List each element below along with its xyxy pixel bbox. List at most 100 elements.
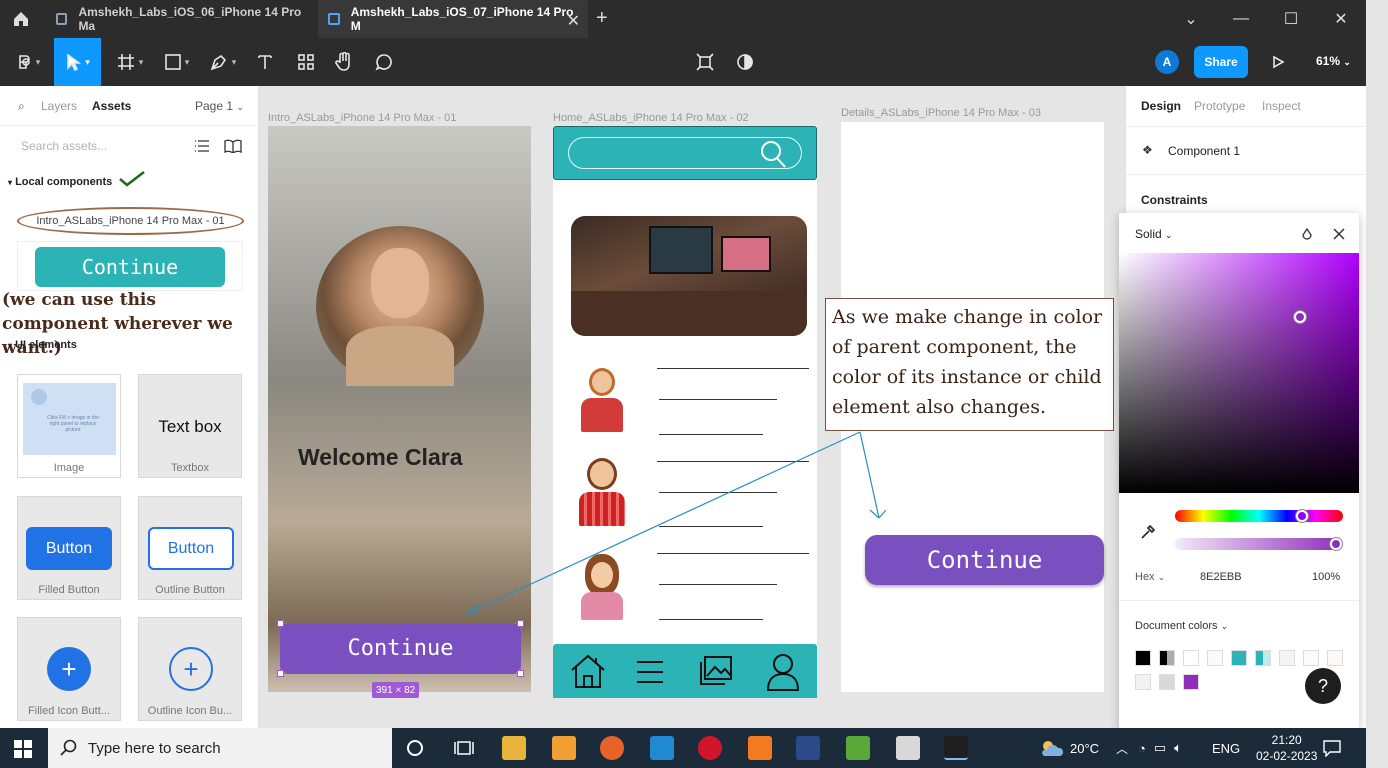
taskbar-search[interactable]: Type here to search: [48, 728, 392, 768]
chevron-down-icon[interactable]: ⌄: [1166, 0, 1216, 38]
search-icon[interactable]: ⌕: [18, 99, 25, 114]
language-indicator[interactable]: ENG: [1212, 728, 1240, 768]
tab-assets[interactable]: Assets: [92, 99, 131, 113]
color-swatch[interactable]: [1159, 650, 1175, 666]
opacity-slider-handle[interactable]: [1330, 538, 1342, 550]
tab-inspect[interactable]: Inspect: [1262, 99, 1301, 113]
calendar-app-icon[interactable]: [896, 736, 920, 760]
color-swatch[interactable]: [1159, 674, 1175, 690]
hue-slider-handle[interactable]: [1296, 510, 1308, 522]
maximize-icon[interactable]: ☐: [1266, 0, 1316, 38]
divider: [1126, 174, 1366, 175]
home-icon[interactable]: [8, 7, 34, 31]
color-swatch[interactable]: [1231, 650, 1247, 666]
page-select[interactable]: Page 1 ⌄: [195, 99, 244, 113]
blend-mode-icon[interactable]: [1301, 228, 1313, 242]
windows-start-icon[interactable]: [14, 740, 32, 758]
tab-prototype[interactable]: Prototype: [1194, 99, 1245, 113]
asset-outline-icon-button[interactable]: + Outline Icon Bu...: [138, 617, 242, 721]
hue-slider[interactable]: [1175, 510, 1343, 522]
list-view-icon[interactable]: [194, 139, 210, 153]
asset-textbox[interactable]: Text box Textbox: [138, 374, 242, 478]
network-tool-icon[interactable]: [796, 736, 820, 760]
pen-tool-button[interactable]: ▾: [203, 38, 243, 86]
new-tab-icon[interactable]: +: [596, 7, 608, 30]
asset-filled-icon-button[interactable]: + Filled Icon Butt...: [17, 617, 121, 721]
zoom-select[interactable]: 61% ⌄: [1316, 54, 1351, 68]
clock[interactable]: 21:20 02-02-2023: [1256, 732, 1317, 764]
weather-widget[interactable]: 20°C: [1038, 728, 1099, 768]
task-view-icon[interactable]: [454, 739, 474, 757]
tray-icons[interactable]: ︿ ◔ ▭ 🔈︎: [1116, 728, 1182, 768]
color-swatch[interactable]: [1303, 650, 1319, 666]
text-tool-button[interactable]: [252, 38, 278, 86]
contrast-toggle-button[interactable]: [730, 38, 760, 86]
color-swatch[interactable]: [1279, 650, 1295, 666]
document-colors-select[interactable]: Document colors ⌄: [1135, 620, 1228, 632]
local-components-heading[interactable]: ▾ Local components: [8, 171, 145, 188]
asset-outline-button[interactable]: Button Outline Button: [138, 496, 242, 600]
avatar[interactable]: A: [1155, 50, 1179, 74]
opera-icon[interactable]: [698, 736, 722, 760]
volume-icon[interactable]: 🔈︎: [1174, 740, 1182, 756]
vscode-icon[interactable]: [650, 736, 674, 760]
hex-input[interactable]: 8E2EBB: [1200, 571, 1242, 583]
cortana-icon[interactable]: [406, 739, 424, 757]
battery-icon[interactable]: ▭: [1154, 740, 1166, 756]
zoom-value: 61%: [1316, 54, 1341, 68]
frame-selection-button[interactable]: [690, 38, 720, 86]
hand-tool-button[interactable]: [330, 38, 358, 86]
color-swatch[interactable]: [1183, 674, 1199, 690]
frame-tool-button[interactable]: ▾: [110, 38, 150, 86]
help-button[interactable]: ?: [1305, 668, 1341, 704]
tab-file-07[interactable]: Amshekh_Labs_iOS_07_iPhone 14 Pro M ✕: [318, 0, 588, 38]
color-swatch[interactable]: [1255, 650, 1271, 666]
color-picker-handle[interactable]: [1294, 311, 1306, 323]
color-swatch[interactable]: [1327, 650, 1343, 666]
minimize-icon[interactable]: —: [1216, 0, 1266, 38]
component-item[interactable]: Intro_ASLabs_iPhone 14 Pro Max - 01: [17, 207, 244, 235]
ui-elements-heading[interactable]: ▾ UI elements: [8, 339, 77, 351]
asset-filled-button[interactable]: Button Filled Button: [17, 496, 121, 600]
close-tab-icon[interactable]: ✕: [567, 11, 580, 31]
opacity-slider[interactable]: [1175, 538, 1343, 550]
saturation-value-area[interactable]: [1119, 253, 1359, 493]
library-icon[interactable]: [224, 139, 242, 153]
shape-tool-button[interactable]: ▾: [157, 38, 197, 86]
resources-button[interactable]: [292, 38, 320, 86]
sublime-text-icon[interactable]: [552, 736, 576, 760]
close-window-icon[interactable]: ✕: [1316, 0, 1366, 38]
color-swatch[interactable]: [1135, 674, 1151, 690]
main-menu-button[interactable]: ▾: [8, 38, 48, 86]
assets-search[interactable]: Search assets...: [0, 134, 258, 158]
assets-search-input[interactable]: Search assets...: [21, 139, 107, 153]
color-format-select[interactable]: Hex ⌄: [1135, 571, 1165, 583]
color-swatch[interactable]: [1183, 650, 1199, 666]
network-icon[interactable]: ◔: [1138, 741, 1146, 756]
git-tool-icon[interactable]: [846, 736, 870, 760]
color-swatch[interactable]: [1207, 650, 1223, 666]
asset-image[interactable]: Click Fill > Image in the right panel to…: [17, 374, 121, 478]
tab-layers[interactable]: Layers: [41, 99, 77, 113]
file-explorer-icon[interactable]: [502, 736, 526, 760]
present-button[interactable]: [1266, 38, 1290, 86]
component-name[interactable]: Component 1: [1168, 144, 1240, 158]
fill-type-select[interactable]: Solid ⌄: [1135, 227, 1173, 241]
eyedropper-icon[interactable]: [1139, 523, 1157, 541]
figma-icon[interactable]: [944, 736, 968, 760]
firefox-icon[interactable]: [600, 736, 624, 760]
canvas[interactable]: Intro_ASLabs_iPhone 14 Pro Max - 01 Home…: [259, 86, 1125, 728]
color-swatch[interactable]: [1135, 650, 1151, 666]
share-button[interactable]: Share: [1194, 46, 1248, 78]
move-tool-button[interactable]: ▾: [54, 38, 101, 86]
close-icon[interactable]: [1332, 227, 1346, 241]
component-name: Intro_ASLabs_iPhone 14 Pro Max - 01: [36, 215, 225, 227]
comment-tool-button[interactable]: [370, 38, 398, 86]
notifications-icon[interactable]: [1322, 739, 1342, 757]
chevron-up-icon[interactable]: ︿: [1116, 740, 1128, 757]
xampp-icon[interactable]: [748, 736, 772, 760]
tab-design[interactable]: Design: [1141, 99, 1181, 113]
opacity-input[interactable]: 100%: [1312, 571, 1340, 583]
tab-file-06[interactable]: Amshekh_Labs_iOS_06_iPhone 14 Pro Ma: [46, 0, 314, 38]
continue-component[interactable]: Continue: [35, 247, 225, 287]
